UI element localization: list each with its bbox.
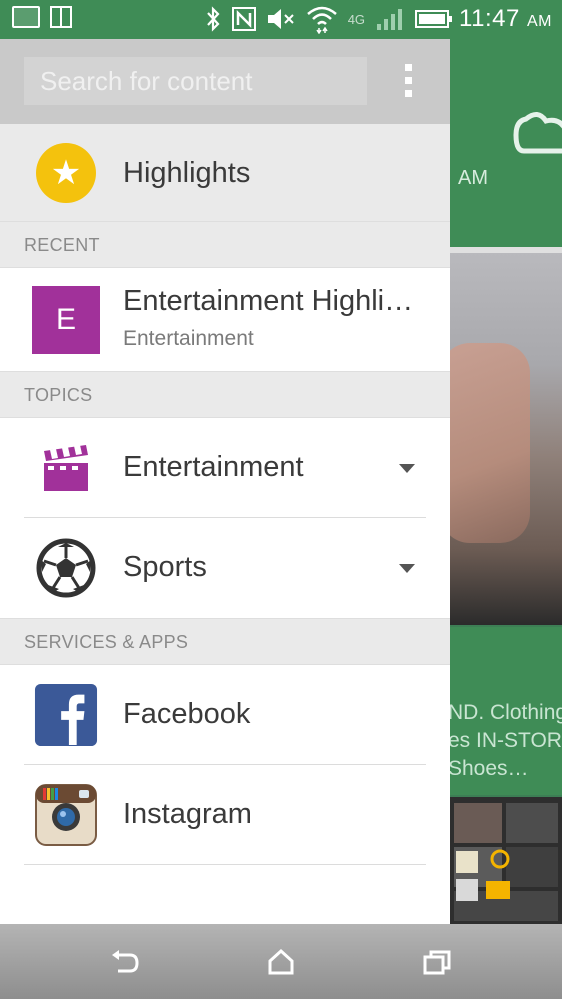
facebook-icon	[34, 683, 98, 747]
highlights-label: Highlights	[123, 157, 251, 189]
app-icons-overlay	[456, 849, 510, 901]
search-input[interactable]	[24, 57, 367, 105]
media-collage-card[interactable]	[450, 797, 562, 924]
bluetooth-icon	[206, 6, 220, 32]
background-feed: AM ND. Clothing es IN-STORE Shoes…	[440, 39, 562, 924]
entertainment-letter-tile: E	[32, 286, 100, 354]
collage-tile	[454, 803, 502, 843]
clapperboard-icon	[44, 445, 88, 491]
wifi-icon	[306, 6, 337, 34]
network-type-label: 4G	[347, 11, 366, 27]
topic-item-entertainment[interactable]: Entertainment	[0, 418, 450, 518]
overflow-menu-icon[interactable]	[398, 61, 418, 101]
recent-item-entertainment[interactable]: E Entertainment Highli… Entertainment	[0, 269, 450, 371]
search-bar	[0, 39, 450, 124]
back-button[interactable]	[107, 944, 143, 980]
service-label: Instagram	[123, 798, 252, 830]
highlights-item[interactable]: ★ Highlights	[0, 124, 450, 221]
section-header-recent: RECENT	[0, 221, 450, 268]
system-icons: 4G 11:47 AM	[204, 4, 552, 34]
status-bar: 4G 11:47 AM	[0, 0, 562, 39]
divider	[24, 864, 426, 865]
news-card[interactable]: ND. Clothing es IN-STORE Shoes…	[450, 627, 562, 795]
instagram-icon	[35, 784, 97, 846]
recent-item-title: Entertainment Highli…	[123, 285, 414, 317]
news-card-text: ND. Clothing es IN-STORE Shoes…	[450, 701, 562, 780]
home-icon	[268, 949, 294, 975]
section-label: TOPICS	[24, 385, 93, 405]
soccer-ball-icon	[36, 538, 96, 598]
shoe-photo-card[interactable]	[440, 253, 562, 625]
shoe-image	[440, 343, 530, 543]
back-icon	[112, 950, 139, 973]
notification-icons	[12, 6, 72, 28]
section-label: SERVICES & APPS	[24, 632, 189, 652]
navigation-drawer: ★ Highlights RECENT E Entertainment High…	[0, 39, 450, 924]
icon-slot	[34, 436, 98, 500]
recents-icon	[423, 950, 451, 975]
collage-tile	[506, 847, 558, 887]
recent-apps-button[interactable]	[419, 944, 455, 980]
icon-slot	[34, 683, 98, 747]
signal-icon	[377, 9, 403, 30]
service-item-facebook[interactable]: Facebook	[0, 665, 450, 765]
weather-card[interactable]: AM	[450, 39, 562, 247]
icon-slot	[34, 536, 98, 600]
weather-ampm: AM	[458, 167, 488, 189]
image-notification-icon	[12, 6, 40, 28]
service-label: Facebook	[123, 698, 251, 730]
clock: 11:47 AM	[459, 5, 552, 32]
section-label: RECENT	[24, 235, 100, 255]
nfc-icon	[231, 7, 256, 31]
topic-item-sports[interactable]: Sports	[0, 518, 450, 618]
expand-arrow-icon[interactable]	[399, 464, 415, 473]
cloud-icon	[513, 112, 562, 154]
icon-slot	[34, 783, 98, 847]
highlights-icon-slot: ★	[34, 141, 98, 205]
service-item-instagram[interactable]: Instagram	[0, 765, 450, 865]
system-navigation-bar	[0, 924, 562, 999]
section-header-services: SERVICES & APPS	[0, 618, 450, 665]
battery-icon	[415, 10, 453, 28]
recent-item-subtitle: Entertainment	[123, 327, 254, 350]
collage-tile	[506, 803, 558, 843]
topic-label: Entertainment	[123, 451, 304, 483]
star-icon: ★	[36, 143, 96, 203]
mute-icon	[267, 9, 294, 29]
section-header-topics: TOPICS	[0, 371, 450, 418]
home-button[interactable]	[263, 944, 299, 980]
expand-arrow-icon[interactable]	[399, 564, 415, 573]
topic-label: Sports	[123, 551, 207, 583]
app-notification-icon	[50, 6, 72, 28]
